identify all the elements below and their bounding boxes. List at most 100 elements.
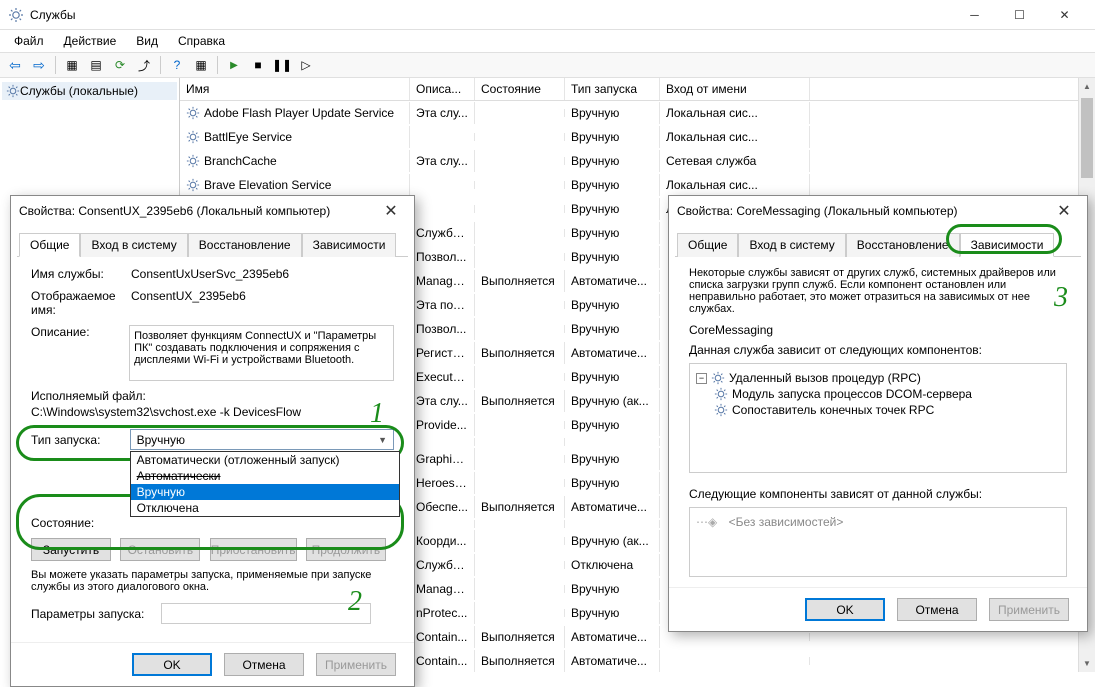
- startup-selected: Вручную: [137, 433, 185, 447]
- apply-button: Применить: [989, 598, 1069, 621]
- play-button[interactable]: ▶: [223, 54, 245, 76]
- start-button[interactable]: Запустить: [31, 538, 111, 561]
- pause-button[interactable]: ❚❚: [271, 54, 293, 76]
- stop-button: Остановить: [120, 538, 200, 561]
- tab-recovery[interactable]: Восстановление: [846, 233, 960, 257]
- menu-file[interactable]: Файл: [6, 32, 52, 50]
- col-desc[interactable]: Описа...: [410, 78, 475, 100]
- label-description: Описание:: [31, 325, 129, 339]
- properties-dialog-2: Свойства: CoreMessaging (Локальный компь…: [668, 195, 1088, 632]
- dialog-titlebar[interactable]: Свойства: CoreMessaging (Локальный компь…: [669, 196, 1087, 226]
- close-button[interactable]: ✕: [1042, 0, 1087, 29]
- ok-button[interactable]: OK: [805, 598, 885, 621]
- service-row[interactable]: Brave Elevation ServiceВручнуюЛокальная …: [180, 173, 1095, 197]
- option-auto[interactable]: Автоматически: [131, 468, 399, 484]
- dependents-tree[interactable]: ⋯◈ <Без зависимостей>: [689, 507, 1067, 577]
- service-row[interactable]: Adobe Flash Player Update ServiceЭта слу…: [180, 101, 1095, 125]
- params-input[interactable]: [161, 603, 371, 624]
- col-state[interactable]: Состояние: [475, 78, 565, 100]
- resume-button: Продолжить: [306, 538, 386, 561]
- col-logon[interactable]: Вход от имени: [660, 78, 810, 100]
- value-service-name: ConsentUxUserSvc_2395eb6: [131, 267, 394, 281]
- tab-general[interactable]: Общие: [677, 233, 738, 257]
- menu-help[interactable]: Справка: [170, 32, 233, 50]
- tab-dependencies[interactable]: Зависимости: [302, 233, 397, 257]
- scroll-thumb[interactable]: [1081, 98, 1093, 178]
- startup-dropdown: Автоматически (отложенный запуск) Автома…: [130, 451, 400, 517]
- service-row[interactable]: BattlEye ServiceВручнуюЛокальная сис...: [180, 125, 1095, 149]
- option-disabled[interactable]: Отключена: [131, 500, 399, 516]
- depends-on-tree[interactable]: − Удаленный вызов процедур (RPC) Модуль з…: [689, 363, 1067, 473]
- deps-service-name: CoreMessaging: [689, 323, 1067, 337]
- no-deps-text: <Без зависимостей>: [729, 515, 844, 529]
- gear-icon: [711, 371, 725, 385]
- forward-button[interactable]: ⇨: [28, 54, 50, 76]
- option-auto-delayed[interactable]: Автоматически (отложенный запуск): [131, 452, 399, 468]
- toolbar-icon[interactable]: ▤: [85, 54, 107, 76]
- gear-icon: [186, 154, 200, 168]
- minimize-button[interactable]: ─: [952, 0, 997, 29]
- dialog-title: Свойства: CoreMessaging (Локальный компь…: [677, 204, 958, 218]
- scroll-down-icon[interactable]: ▼: [1079, 655, 1095, 672]
- gear-icon: [186, 130, 200, 144]
- pause-button: Приостановить: [210, 538, 297, 561]
- service-row[interactable]: BranchCacheЭта слу...ВручнуюСетевая служ…: [180, 149, 1095, 173]
- sidebar-item-local-services[interactable]: Службы (локальные): [2, 82, 177, 100]
- tab-general[interactable]: Общие: [19, 233, 80, 257]
- value-exe: C:\Windows\system32\svchost.exe -k Devic…: [31, 405, 394, 419]
- depends-on-label: Данная служба зависит от следующих компо…: [689, 343, 1067, 357]
- toolbar: ⇦ ⇨ ▦ ▤ ⟳ ⤴ ? ▦ ▶ ■ ❚❚ ▷: [0, 52, 1095, 78]
- description-box[interactable]: Позволяет функциям ConnectUX и "Параметр…: [129, 325, 394, 381]
- menu-view[interactable]: Вид: [128, 32, 166, 50]
- maximize-button[interactable]: ☐: [997, 0, 1042, 29]
- value-display-name: ConsentUX_2395eb6: [131, 289, 394, 303]
- gear-icon: [186, 106, 200, 120]
- tab-logon[interactable]: Вход в систему: [80, 233, 187, 257]
- apply-button: Применить: [316, 653, 396, 676]
- dep-item[interactable]: Модуль запуска процессов DCOM-сервера: [732, 387, 972, 401]
- toolbar-icon[interactable]: ▦: [61, 54, 83, 76]
- dep-item[interactable]: Сопоставитель конечных точек RPC: [732, 403, 934, 417]
- gear-icon: [714, 403, 728, 417]
- gear-icon: [714, 387, 728, 401]
- window-title: Службы: [30, 8, 952, 22]
- dialog-close-icon[interactable]: ✕: [376, 201, 406, 221]
- scroll-up-icon[interactable]: ▲: [1079, 78, 1095, 95]
- gear-icon: [6, 84, 20, 98]
- label-state: Состояние:: [31, 516, 131, 530]
- cancel-button[interactable]: Отмена: [224, 653, 304, 676]
- option-manual[interactable]: Вручную: [131, 484, 399, 500]
- ok-button[interactable]: OK: [132, 653, 212, 676]
- dialog-close-icon[interactable]: ✕: [1049, 201, 1079, 221]
- label-startup: Тип запуска:: [31, 433, 130, 447]
- tab-logon[interactable]: Вход в систему: [738, 233, 845, 257]
- label-params: Параметры запуска:: [31, 607, 161, 621]
- menubar: Файл Действие Вид Справка: [0, 30, 1095, 52]
- restart-button[interactable]: ▷: [295, 54, 317, 76]
- chevron-down-icon: ▼: [378, 435, 387, 445]
- label-display-name: Отображаемое имя:: [31, 289, 131, 317]
- export-button[interactable]: ⤴: [133, 54, 155, 76]
- help-button[interactable]: ?: [166, 54, 188, 76]
- collapse-icon[interactable]: −: [696, 373, 707, 384]
- dialog-titlebar[interactable]: Свойства: ConsentUX_2395eb6 (Локальный к…: [11, 196, 414, 226]
- cancel-button[interactable]: Отмена: [897, 598, 977, 621]
- stop-button[interactable]: ■: [247, 54, 269, 76]
- titlebar: Службы ─ ☐ ✕: [0, 0, 1095, 30]
- tab-recovery[interactable]: Восстановление: [188, 233, 302, 257]
- toolbar-icon[interactable]: ▦: [190, 54, 212, 76]
- dep-item[interactable]: Удаленный вызов процедур (RPC): [729, 371, 921, 385]
- list-header: Имя Описа... Состояние Тип запуска Вход …: [180, 78, 1095, 101]
- gear-icon: [186, 178, 200, 192]
- dependents-label: Следующие компоненты зависят от данной с…: [689, 487, 1067, 501]
- refresh-button[interactable]: ⟳: [109, 54, 131, 76]
- sidebar-label: Службы (локальные): [20, 84, 138, 98]
- menu-action[interactable]: Действие: [56, 32, 125, 50]
- col-name[interactable]: Имя: [180, 78, 410, 100]
- startup-select[interactable]: Вручную ▼ Автоматически (отложенный запу…: [130, 429, 394, 450]
- label-exe: Исполняемый файл:: [31, 389, 394, 403]
- app-gear-icon: [8, 7, 24, 23]
- col-type[interactable]: Тип запуска: [565, 78, 660, 100]
- back-button[interactable]: ⇦: [4, 54, 26, 76]
- tab-dependencies[interactable]: Зависимости: [960, 233, 1055, 257]
